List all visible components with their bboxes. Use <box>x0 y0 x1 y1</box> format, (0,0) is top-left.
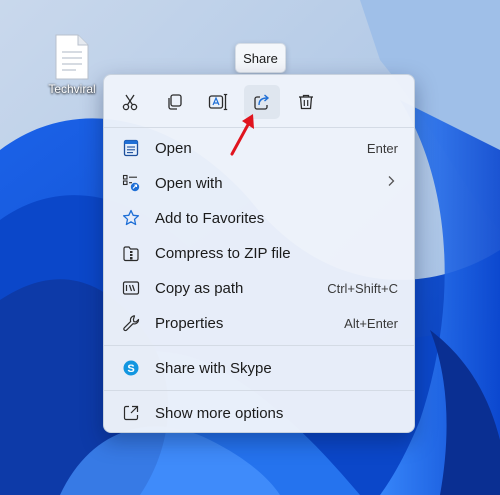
menu-item-label: Properties <box>155 314 224 332</box>
svg-text:S: S <box>127 363 134 375</box>
desktop-file-icon[interactable]: Techviral <box>40 34 104 96</box>
delete-icon <box>299 94 313 110</box>
star-icon <box>121 208 141 228</box>
copy-path-icon <box>121 278 141 298</box>
zip-icon <box>121 243 141 263</box>
toolbar-separator <box>104 127 414 128</box>
context-menu: Open Enter Open with Add to Favorites Co… <box>103 74 415 433</box>
shortcut-text: Ctrl+Shift+C <box>327 280 398 296</box>
menu-item-label: Show more options <box>155 404 284 422</box>
menu-item-show-more-options[interactable]: Show more options <box>108 396 410 430</box>
open-with-icon <box>121 173 141 193</box>
chevron-right-icon <box>386 174 396 192</box>
menu-item-label: Copy as path <box>155 279 244 297</box>
share-icon <box>254 94 270 110</box>
skype-icon: S <box>121 358 141 378</box>
shortcut-text: Alt+Enter <box>344 315 398 331</box>
menu-item-label: Open with <box>155 174 223 192</box>
menu-item-label: Open <box>155 139 192 157</box>
cut-icon <box>122 94 138 111</box>
menu-separator <box>104 390 414 391</box>
share-tooltip: Share <box>235 43 286 73</box>
wrench-icon <box>121 313 141 333</box>
menu-item-open[interactable]: Open Enter <box>108 131 410 165</box>
context-toolbar <box>112 85 324 119</box>
more-options-icon <box>121 403 141 423</box>
menu-separator <box>104 345 414 346</box>
menu-item-label: Share with Skype <box>155 359 272 377</box>
menu-item-properties[interactable]: Properties Alt+Enter <box>108 306 410 340</box>
rename-icon <box>208 93 228 111</box>
red-arrow-annotation <box>230 114 254 156</box>
menu-item-add-favorites[interactable]: Add to Favorites <box>108 201 410 235</box>
menu-item-open-with[interactable]: Open with <box>108 166 410 200</box>
shortcut-text: Enter <box>366 140 398 156</box>
menu-item-label: Add to Favorites <box>155 209 265 227</box>
text-file-icon <box>55 34 89 80</box>
menu-item-compress-zip[interactable]: Compress to ZIP file <box>108 236 410 270</box>
menu-item-copy-as-path[interactable]: Copy as path Ctrl+Shift+C <box>108 271 410 305</box>
menu-item-share-skype[interactable]: S Share with Skype <box>108 351 410 385</box>
menu-item-label: Compress to ZIP file <box>155 244 291 262</box>
delete-button[interactable] <box>288 85 324 119</box>
notepad-icon <box>121 138 141 158</box>
desktop-file-label: Techviral <box>48 82 96 96</box>
copy-icon <box>168 94 182 110</box>
copy-button[interactable] <box>156 85 192 119</box>
cut-button[interactable] <box>112 85 148 119</box>
